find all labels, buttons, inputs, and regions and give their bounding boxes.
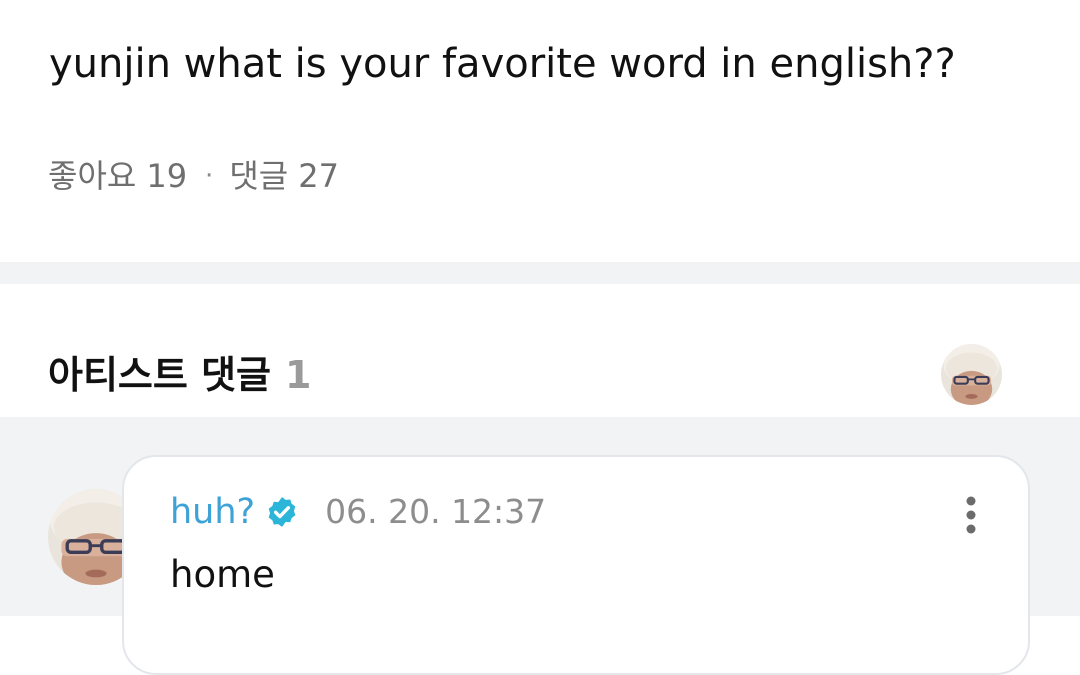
likes-count: 19	[146, 157, 188, 195]
comment-header: huh? 06. 20. 12:37	[170, 491, 546, 533]
likes-label[interactable]: 좋아요	[48, 156, 136, 196]
comment-card: huh? 06. 20. 12:37 home	[122, 455, 1030, 675]
verified-badge-icon	[265, 495, 299, 529]
artist-comments-label: 아티스트 댓글	[48, 353, 271, 397]
post-stats: 좋아요 19 · 댓글 27	[48, 156, 339, 196]
more-options-icon[interactable]	[956, 493, 986, 537]
stats-separator: ·	[205, 161, 214, 191]
comments-area: huh? 06. 20. 12:37 home	[0, 417, 1080, 675]
comment-body: home	[170, 553, 275, 596]
comments-count: 27	[298, 157, 339, 195]
comments-label[interactable]: 댓글	[229, 156, 288, 196]
comment-timestamp: 06. 20. 12:37	[325, 492, 547, 531]
artist-avatar[interactable]	[941, 344, 1002, 405]
comment-author[interactable]: huh?	[170, 491, 255, 533]
post: yunjin what is your favorite word in eng…	[0, 0, 1080, 262]
artist-comments-count: 1	[285, 353, 312, 397]
section-divider	[0, 262, 1080, 284]
post-text: yunjin what is your favorite word in eng…	[49, 41, 956, 87]
artist-comments-title: 아티스트 댓글 1	[48, 352, 311, 398]
avatar-image	[941, 344, 1002, 405]
artist-comments-header: 아티스트 댓글 1	[0, 284, 1080, 417]
